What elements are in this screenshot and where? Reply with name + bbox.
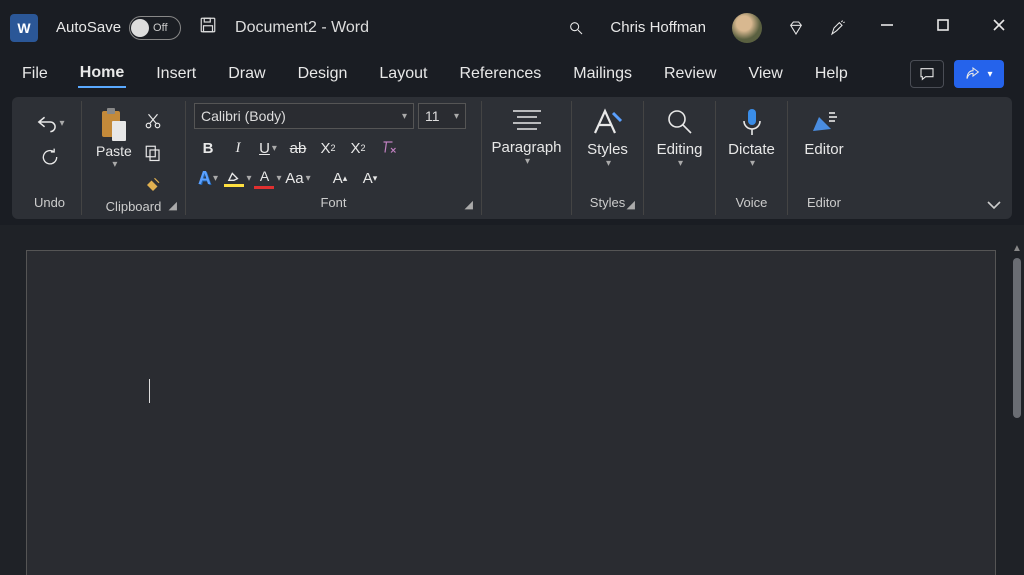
styles-button[interactable]: Styles ▾ [577,103,638,173]
group-label-styles: Styles ◢ [580,191,635,213]
title-bar: W AutoSave Off Document2 - Word Chris Ho… [0,0,1024,55]
paragraph-label: Paragraph [491,139,561,156]
chevron-down-icon: ▾ [678,158,683,169]
chevron-down-icon: ▾ [59,118,64,129]
tab-mailings[interactable]: Mailings [571,61,634,87]
group-label-voice: Voice [724,191,779,213]
chevron-down-icon: ▾ [112,159,117,170]
repeat-button[interactable] [35,143,65,171]
text-effects-button[interactable]: A▾ [194,165,222,191]
editor-button[interactable]: Editor [794,103,853,162]
tab-view[interactable]: View [746,61,784,87]
tab-file[interactable]: File [20,61,50,87]
font-size-select[interactable]: 11 ▾ [418,103,466,129]
editing-big-label: Editing [657,141,703,158]
pen-mode-icon[interactable] [830,20,846,36]
maximize-button[interactable] [928,18,958,37]
scroll-thumb[interactable] [1013,258,1021,418]
user-avatar[interactable] [732,13,762,43]
editor-big-label: Editor [804,141,843,158]
italic-button[interactable]: I [224,135,252,161]
chevron-down-icon: ▾ [272,143,277,154]
chevron-down-icon: ▾ [525,156,530,167]
copy-button[interactable] [138,139,168,167]
highlight-color-swatch [224,184,244,187]
collapse-ribbon-button[interactable] [986,197,1002,213]
group-label-paragraph [490,191,563,213]
editing-button[interactable]: Editing ▾ [647,103,713,173]
font-size-value: 11 [425,108,440,124]
ribbon: ▾ Undo Paste ▾ [12,97,1012,219]
tab-home[interactable]: Home [78,60,126,88]
user-name[interactable]: Chris Hoffman [610,19,706,36]
subscript-button[interactable]: X2 [314,135,342,161]
search-button[interactable] [568,20,584,36]
scroll-up-icon[interactable]: ▲ [1010,243,1024,254]
dictate-button[interactable]: Dictate ▾ [718,103,785,173]
tab-design[interactable]: Design [296,61,350,87]
group-label-font: Font ◢ [194,191,473,213]
tab-help[interactable]: Help [813,61,850,87]
tab-insert[interactable]: Insert [154,61,198,87]
toggle-knob-icon [131,19,149,37]
autosave-state: Off [153,22,167,34]
group-label-editing [652,191,707,213]
vertical-scrollbar[interactable]: ▲ [1010,225,1024,575]
font-name-value: Calibri (Body) [201,108,286,124]
shrink-font-button[interactable]: A▾ [356,165,384,191]
tab-draw[interactable]: Draw [226,61,267,87]
premium-diamond-icon[interactable] [788,20,804,36]
minimize-button[interactable] [872,18,902,37]
clipboard-dialog-launcher[interactable]: ◢ [169,199,177,212]
grow-font-button[interactable]: A▴ [326,165,354,191]
dictate-big-label: Dictate [728,141,775,158]
superscript-button[interactable]: X2 [344,135,372,161]
chevron-down-icon: ▾ [213,173,218,184]
chevron-down-icon: ▾ [750,158,755,169]
text-cursor [149,379,150,403]
ribbon-tabs: File Home Insert Draw Design Layout Refe… [0,55,1024,93]
chevron-down-icon: ▾ [246,173,251,184]
paste-button[interactable]: Paste ▾ [90,103,138,172]
change-case-button[interactable]: Aa▾ [284,165,312,191]
chevron-down-icon: ▾ [606,158,611,169]
group-label-editor: Editor [796,191,852,213]
highlight-button[interactable]: ▾ [224,165,252,191]
font-color-button[interactable]: A ▾ [254,165,282,191]
document-page[interactable] [26,250,996,575]
paste-label: Paste [96,143,132,159]
share-button[interactable]: ▾ [954,60,1004,88]
undo-button[interactable]: ▾ [35,109,65,137]
chevron-down-icon: ▾ [454,111,459,122]
bold-button[interactable]: B [194,135,222,161]
tab-references[interactable]: References [457,61,543,87]
font-dialog-launcher[interactable]: ◢ [465,198,473,211]
chevron-down-icon: ▾ [987,69,992,80]
paragraph-button[interactable]: Paragraph ▾ [481,103,571,171]
chevron-down-icon: ▾ [276,173,281,184]
chevron-down-icon: ▾ [306,173,311,184]
styles-dialog-launcher[interactable]: ◢ [627,198,635,211]
word-app-icon: W [10,14,38,42]
chevron-down-icon: ▾ [402,111,407,122]
autosave-toggle[interactable]: Off [129,16,181,40]
clear-formatting-button[interactable] [374,135,402,161]
underline-button[interactable]: U▾ [254,135,282,161]
styles-big-label: Styles [587,141,628,158]
document-area: ▲ [0,225,1024,575]
close-button[interactable] [984,18,1014,37]
tab-review[interactable]: Review [662,61,718,87]
tab-layout[interactable]: Layout [377,61,429,87]
cut-button[interactable] [138,107,168,135]
format-painter-button[interactable] [138,171,168,199]
group-label-undo: Undo [26,191,73,213]
font-color-swatch [254,186,274,189]
strikethrough-button[interactable]: ab [284,135,312,161]
document-title: Document2 - Word [235,19,369,37]
group-label-clipboard: Clipboard ◢ [90,199,177,214]
font-name-select[interactable]: Calibri (Body) ▾ [194,103,414,129]
autosave-label: AutoSave [56,19,121,36]
comments-button[interactable] [910,60,944,88]
save-button[interactable] [199,16,217,39]
